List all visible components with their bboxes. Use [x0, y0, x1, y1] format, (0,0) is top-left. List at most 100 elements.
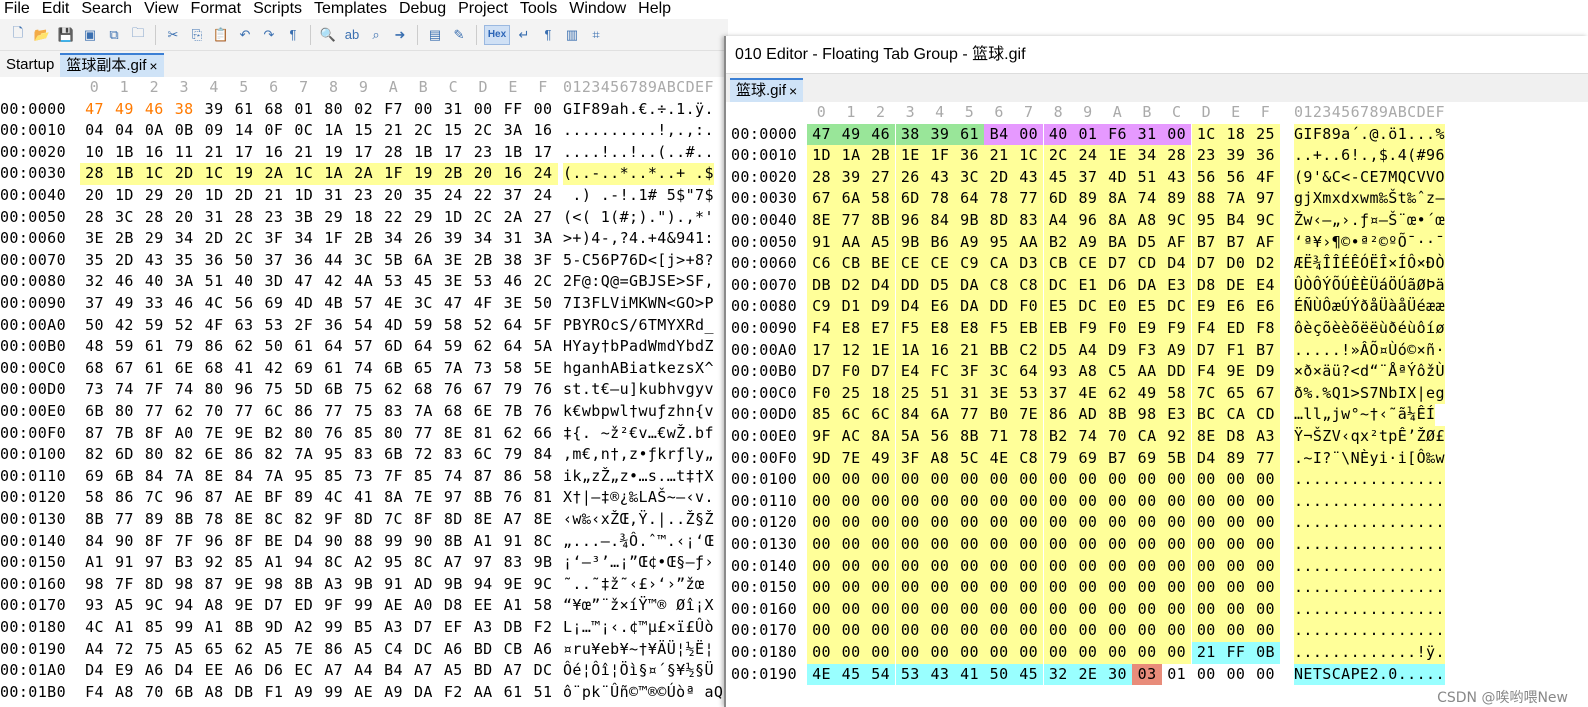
hex-byte[interactable]: D4: [895, 296, 926, 318]
ascii-text[interactable]: ‡{. ~ž²€v…€wŽ.bf: [563, 423, 714, 445]
hex-byte[interactable]: 74: [353, 358, 374, 380]
hex-byte[interactable]: 00: [473, 99, 494, 121]
hex-byte[interactable]: 58: [84, 487, 105, 509]
hex-byte[interactable]: D7: [1102, 253, 1133, 275]
hex-byte[interactable]: D2: [836, 274, 866, 297]
hex-byte[interactable]: 43: [1013, 166, 1044, 189]
hex-byte[interactable]: 9D: [263, 617, 284, 639]
hex-byte[interactable]: A2: [353, 552, 374, 574]
hex-byte[interactable]: AE: [234, 487, 255, 509]
hex-byte[interactable]: DA: [954, 274, 985, 297]
hex-byte[interactable]: 34: [293, 228, 314, 250]
hex-byte[interactable]: 00: [1191, 577, 1222, 599]
menu-scripts[interactable]: Scripts: [249, 0, 310, 19]
hex-byte[interactable]: 47: [84, 99, 105, 121]
hex-byte[interactable]: 2D: [234, 185, 255, 207]
copy-icon[interactable]: ⎘: [187, 25, 207, 45]
hex-byte[interactable]: 7E: [413, 487, 434, 509]
hex-byte[interactable]: 75: [353, 401, 374, 423]
tab-gif-copy[interactable]: 篮球副本.gif ×: [60, 53, 164, 78]
hex-byte[interactable]: 77: [144, 401, 165, 423]
hex-byte[interactable]: 00: [1102, 642, 1133, 664]
save-icon[interactable]: 💾: [56, 25, 76, 45]
ascii-text[interactable]: HYay†bPadWmdYbdZ: [563, 336, 714, 358]
hex-byte[interactable]: 83: [443, 444, 464, 466]
hex-byte[interactable]: 88: [1191, 188, 1222, 210]
hex-byte[interactable]: 00: [1250, 577, 1281, 599]
hex-byte[interactable]: 3C: [984, 361, 1014, 383]
hex-byte[interactable]: 8D: [144, 574, 165, 596]
hex-byte[interactable]: 00: [1073, 577, 1103, 599]
hex-byte[interactable]: 9C: [144, 595, 165, 617]
hex-byte[interactable]: 84: [533, 444, 554, 466]
calculator-icon[interactable]: ⌗: [586, 25, 606, 45]
hex-byte[interactable]: 52: [174, 315, 195, 337]
hex-byte[interactable]: 59: [443, 336, 464, 358]
hex-byte[interactable]: 69: [263, 293, 284, 315]
hex-byte[interactable]: 85: [144, 617, 165, 639]
hex-byte[interactable]: E0: [1102, 296, 1133, 318]
hex-byte[interactable]: 73: [84, 379, 105, 401]
hex-byte[interactable]: 14: [234, 120, 255, 142]
hex-byte[interactable]: 1F: [323, 228, 344, 250]
hex-byte[interactable]: 80: [383, 423, 404, 445]
hex-byte[interactable]: 58: [503, 358, 524, 380]
hex-byte[interactable]: D9: [1102, 339, 1133, 362]
hex-byte[interactable]: 00: [925, 642, 955, 664]
hex-byte[interactable]: B2: [1043, 426, 1074, 448]
hex-byte[interactable]: 00: [925, 555, 955, 578]
menu-project[interactable]: Project: [454, 0, 516, 19]
tab-startup[interactable]: Startup: [0, 53, 60, 77]
hex-byte[interactable]: CB: [836, 253, 866, 275]
hex-byte[interactable]: 3E: [84, 228, 105, 250]
hex-byte[interactable]: 00: [1221, 555, 1251, 578]
hex-byte[interactable]: 8D: [353, 509, 374, 531]
close-icon[interactable]: ×: [149, 54, 157, 78]
hex-byte[interactable]: 59: [144, 315, 165, 337]
hex-byte[interactable]: 00: [925, 512, 955, 534]
hex-byte[interactable]: A5: [114, 595, 135, 617]
hex-byte[interactable]: 21: [383, 120, 404, 142]
hex-byte[interactable]: 8F: [144, 423, 165, 445]
hex-byte[interactable]: 4D: [293, 293, 314, 315]
hex-byte[interactable]: 37: [503, 185, 524, 207]
hex-byte[interactable]: 00: [954, 577, 985, 599]
hex-byte[interactable]: 58: [443, 315, 464, 337]
hex-byte[interactable]: 9E: [1221, 361, 1251, 383]
hex-byte[interactable]: 61: [954, 123, 985, 146]
hex-byte[interactable]: 00: [895, 469, 926, 491]
hex-byte[interactable]: 6D: [895, 188, 926, 210]
hex-byte[interactable]: 39: [443, 228, 464, 250]
hex-byte[interactable]: 86: [323, 639, 344, 661]
hex-byte[interactable]: 7A: [413, 401, 434, 423]
hex-byte[interactable]: 00: [1043, 534, 1074, 556]
hex-byte[interactable]: 2F: [293, 315, 314, 337]
ascii-text[interactable]: L¡…™¡‹.¢™µ£×ï£Ûò: [563, 617, 714, 639]
hex-byte[interactable]: 90: [114, 531, 135, 553]
hex-byte[interactable]: 97: [473, 552, 494, 574]
hex-byte[interactable]: 0C: [293, 120, 314, 142]
hex-byte[interactable]: 83: [353, 444, 374, 466]
hex-byte[interactable]: 75: [353, 379, 374, 401]
hex-byte[interactable]: E6: [1250, 296, 1281, 318]
hex-byte[interactable]: 5D: [293, 379, 314, 401]
hex-byte[interactable]: 62: [473, 336, 494, 358]
hex-byte[interactable]: C4: [383, 639, 404, 661]
hex-byte[interactable]: 6D: [383, 336, 404, 358]
hex-byte[interactable]: 00: [1132, 598, 1162, 621]
hex-byte[interactable]: 1A: [836, 145, 866, 167]
hex-byte[interactable]: 00: [1013, 620, 1044, 642]
hex-byte[interactable]: 76: [503, 487, 524, 509]
hex-byte[interactable]: 8E: [473, 509, 494, 531]
hex-byte[interactable]: 00: [1132, 469, 1162, 491]
hex-byte[interactable]: 1D: [293, 185, 314, 207]
hex-byte[interactable]: D0: [1221, 253, 1251, 275]
hex-byte[interactable]: 69: [293, 358, 314, 380]
hex-byte[interactable]: 8B: [84, 509, 105, 531]
hex-byte[interactable]: 0A: [144, 120, 165, 142]
ascii-text[interactable]: ô¨pk¨Ûñ©™®©Úòª aQ: [563, 682, 723, 704]
hex-byte[interactable]: 00: [1102, 512, 1133, 534]
hex-byte[interactable]: 34: [383, 228, 404, 250]
hex-byte[interactable]: D4: [84, 660, 105, 682]
hex-byte[interactable]: F5: [895, 318, 926, 340]
